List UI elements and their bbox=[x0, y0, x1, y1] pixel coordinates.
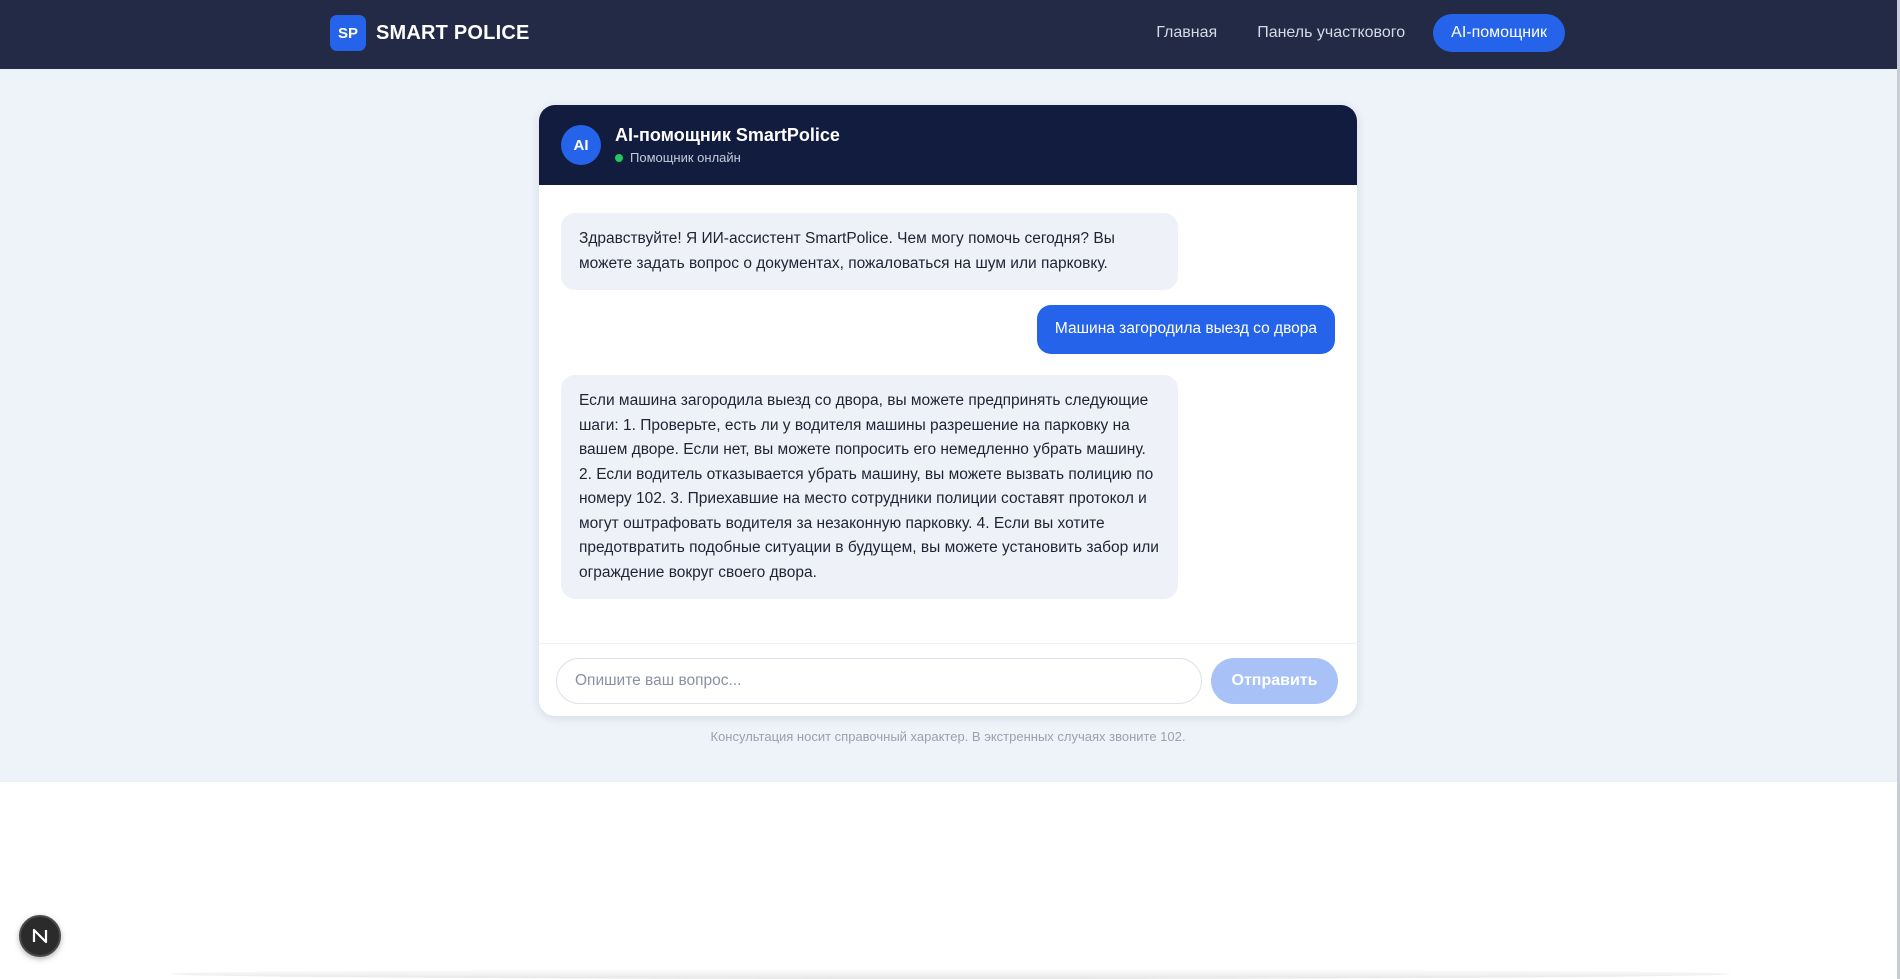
disclaimer: Консультация носит справочный характер. … bbox=[710, 729, 1186, 744]
chat-input[interactable] bbox=[556, 658, 1202, 704]
online-status: Помощник онлайн bbox=[615, 150, 840, 165]
ai-avatar: AI bbox=[561, 125, 601, 165]
brand-name: SMART POLICE bbox=[376, 21, 530, 44]
send-button[interactable]: Отправить bbox=[1211, 658, 1338, 704]
status-text: Помощник онлайн bbox=[630, 150, 741, 165]
chat-input-bar: Отправить bbox=[539, 643, 1357, 716]
assistant-message: Здравствуйте! Я ИИ-ассистент SmartPolice… bbox=[561, 213, 1178, 290]
chat-header: AI AI-помощник SmartPolice Помощник онла… bbox=[539, 105, 1357, 185]
assistant-message: Если машина загородила выезд со двора, в… bbox=[561, 375, 1178, 599]
brand-logo: SP bbox=[330, 15, 366, 51]
chat-card: AI AI-помощник SmartPolice Помощник онла… bbox=[539, 105, 1357, 716]
nav-link-ai-assistant[interactable]: AI-помощник bbox=[1433, 14, 1565, 52]
nextjs-logo-icon bbox=[32, 928, 48, 944]
brand[interactable]: SP SMART POLICE bbox=[330, 15, 530, 51]
chat-title: AI-помощник SmartPolice bbox=[615, 125, 840, 145]
chat-header-info: AI-помощник SmartPolice Помощник онлайн bbox=[615, 125, 840, 165]
message-list: Здравствуйте! Я ИИ-ассистент SmartPolice… bbox=[539, 185, 1357, 643]
bottom-shadow bbox=[170, 969, 1730, 979]
user-message: Машина загородила выезд со двора bbox=[1036, 305, 1335, 354]
nav-links: Главная Панель участкового AI-помощник bbox=[1144, 14, 1565, 52]
nextjs-dev-badge[interactable] bbox=[19, 915, 61, 957]
top-navbar: SP SMART POLICE Главная Панель участково… bbox=[0, 0, 1900, 69]
nav-link-home[interactable]: Главная bbox=[1144, 14, 1229, 52]
online-dot-icon bbox=[615, 153, 623, 162]
nav-link-officer-panel[interactable]: Панель участкового bbox=[1245, 14, 1417, 52]
